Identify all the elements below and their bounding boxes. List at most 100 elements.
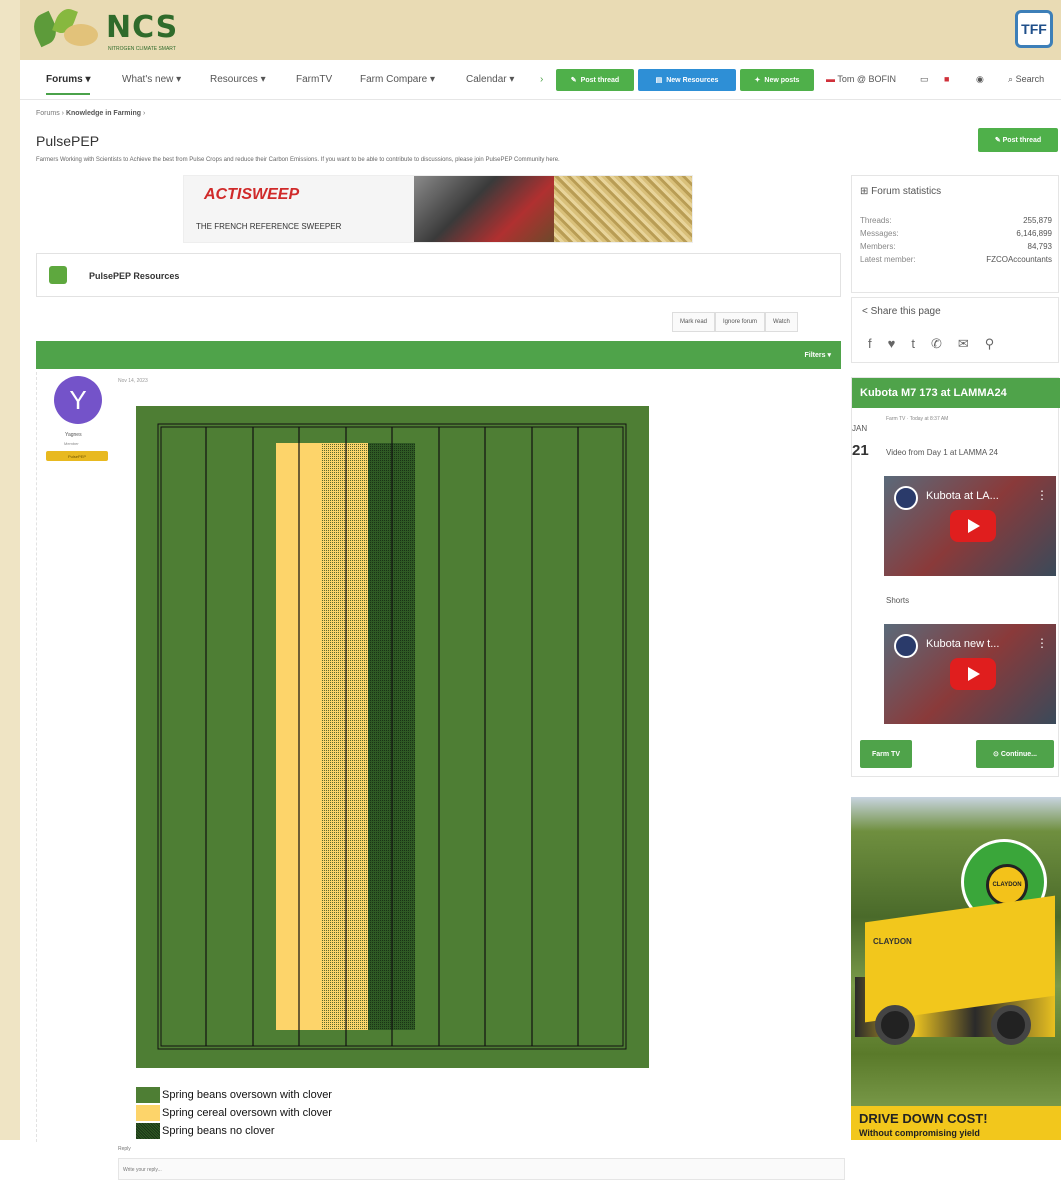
more-icon[interactable]: ⋮ <box>1036 488 1048 502</box>
nav-resources-label: Resources <box>210 74 258 85</box>
stats-threads-value: 255,879 <box>1023 216 1052 225</box>
author-badge: PulsePEP <box>46 451 108 461</box>
whatsapp-icon[interactable]: ✆ <box>931 336 942 352</box>
flag-icon: ▬ <box>826 74 835 84</box>
kubota-video-title: Video from Day 1 at LAMMA 24 <box>886 448 998 457</box>
link-icon[interactable]: ⚲ <box>985 336 995 352</box>
breadcrumb-root[interactable]: Forums <box>36 110 60 117</box>
reply-input[interactable]: Write your reply... <box>118 1158 845 1180</box>
play-icon[interactable] <box>950 658 996 690</box>
post-date[interactable]: Nov 14, 2023 <box>118 378 148 384</box>
nav-calendar-label: Calendar <box>466 74 507 85</box>
nav-farmtv[interactable]: FarmTV <box>296 74 332 85</box>
machine-wheel <box>991 1005 1031 1045</box>
ad-cta-sub: Without compromising yield <box>859 1128 980 1138</box>
stats-latest-label: Latest member: <box>860 255 916 264</box>
stats-latest: Latest member: FZCOAccountants <box>860 255 1052 264</box>
post-icon: ✎ <box>570 77 577 84</box>
email-icon[interactable]: ✉ <box>958 336 969 352</box>
play-icon[interactable] <box>950 510 996 542</box>
ad-brand-b: SWEEP <box>241 186 300 203</box>
resources-panel[interactable]: PulsePEP Resources <box>36 253 841 297</box>
stats-title: ⊞ Forum statistics <box>860 186 941 197</box>
mark-read-button[interactable]: Mark read <box>672 312 716 332</box>
user-badge[interactable]: TFF <box>1015 10 1053 48</box>
post-thread-button[interactable]: ✎ Post thread <box>978 128 1058 152</box>
video-2-label: Kubota new t... <box>926 638 1000 650</box>
video-1-label: Kubota at LA... <box>926 490 999 502</box>
nav-forums[interactable]: Forums ▾ <box>46 74 91 95</box>
author-name[interactable]: Yagnes <box>65 432 82 438</box>
watch-button[interactable]: Watch <box>765 312 798 332</box>
alerts-icon[interactable]: ■ <box>944 74 949 84</box>
nav-resources[interactable]: Resources ▾ <box>210 74 266 85</box>
reply-link[interactable]: Reply <box>118 1146 131 1152</box>
ncs-logo[interactable]: NCS NITROGEN CLIMATE SMART <box>20 5 200 54</box>
field-legend: Spring beans oversown with clover Spring… <box>136 1086 332 1140</box>
forum-actions: Mark read Ignore forum Watch <box>672 312 798 332</box>
page-title: PulsePEP <box>36 133 100 149</box>
legend-swatch-cereal-clover <box>136 1105 160 1121</box>
stats-messages: Messages: 6,146,899 <box>860 229 1052 238</box>
legend-label-2: Spring cereal oversown with clover <box>162 1107 332 1119</box>
channel-icon <box>894 634 918 658</box>
stats-members: Members: 84,793 <box>860 242 1052 251</box>
filters-button[interactable]: Filters ▾ <box>805 351 831 359</box>
nav-post-thread-button[interactable]: ✎ Post thread <box>556 69 634 91</box>
chevron-right-icon[interactable]: › <box>540 74 543 85</box>
legend-row-3: Spring beans no clover <box>136 1122 332 1140</box>
nav-whats-new[interactable]: What's new ▾ <box>122 74 181 85</box>
stats-members-label: Members: <box>860 242 896 251</box>
strip-cereal-clover-mix <box>322 443 368 1030</box>
search-button[interactable]: ⌕ Search <box>1008 74 1044 85</box>
legend-row-2: Spring cereal oversown with clover <box>136 1104 332 1122</box>
ad-cta-text: DRIVE DOWN COST! <box>859 1111 988 1126</box>
continue-label: Continue... <box>1000 750 1037 758</box>
video-thumbnail-2[interactable]: Kubota new t... ⋮ <box>884 624 1056 724</box>
facebook-icon[interactable]: f <box>868 336 872 352</box>
continue-icon: ⊙ <box>993 751 1001 758</box>
stats-icon: ⊞ <box>860 186 872 197</box>
stats-messages-label: Messages: <box>860 229 899 238</box>
filters-label: Filters <box>804 352 826 359</box>
machine-label: CLAYDON <box>873 937 912 946</box>
claydon-ad[interactable]: CLAYDON CLAYDON DRIVE DOWN COST! Without … <box>851 797 1061 1140</box>
author-role: Member <box>64 441 79 446</box>
channel-icon <box>894 486 918 510</box>
ad-tagline: THE FRENCH REFERENCE SWEEPER <box>196 222 342 231</box>
share-icon: < <box>862 306 871 317</box>
nav-farmtv-label: FarmTV <box>296 74 333 85</box>
inbox-icon[interactable]: ▭ <box>920 74 929 85</box>
actisweep-ad[interactable]: ACTISWEEP THE FRENCH REFERENCE SWEEPER <box>183 175 693 243</box>
kubota-title[interactable]: Kubota M7 173 at LAMMA24 <box>852 378 1060 408</box>
stats-latest-value[interactable]: FZCOAccountants <box>986 255 1052 264</box>
nav-user[interactable]: ▬ Tom @ BOFIN <box>826 74 896 84</box>
ignore-forum-button[interactable]: Ignore forum <box>715 312 766 332</box>
nav-farm-compare[interactable]: Farm Compare ▾ <box>360 74 435 85</box>
stats-members-value: 84,793 <box>1027 242 1052 251</box>
stats-threads-label: Threads: <box>860 216 892 225</box>
resources-label: PulsePEP Resources <box>89 271 180 281</box>
ad-brand: ACTISWEEP <box>204 186 299 204</box>
stats-threads: Threads: 255,879 <box>860 216 1052 225</box>
bulb-icon: ✦ <box>754 77 761 84</box>
breadcrumb-current[interactable]: Knowledge in Farming <box>66 110 141 117</box>
thread-list-header: Filters ▾ <box>36 341 841 369</box>
continue-button[interactable]: ⊙ Continue... <box>976 740 1054 768</box>
video-thumbnail-1[interactable]: Kubota at LA... ⋮ <box>884 476 1056 576</box>
nav-farm-compare-label: Farm Compare <box>360 74 428 85</box>
tumblr-icon[interactable]: t <box>911 336 915 352</box>
watch-icon[interactable]: ◉ <box>976 74 984 85</box>
nav-calendar[interactable]: Calendar ▾ <box>466 74 514 85</box>
nav-new-posts-button[interactable]: ✦ New posts <box>740 69 814 91</box>
nav-new-resources-button[interactable]: ▤ New Resources <box>638 69 736 91</box>
stats-messages-value: 6,146,899 <box>1016 229 1052 238</box>
more-icon[interactable]: ⋮ <box>1036 636 1048 650</box>
avatar[interactable]: Y <box>54 376 102 424</box>
breadcrumb: Forums › Knowledge in Farming › <box>36 110 146 117</box>
twitter-icon[interactable]: ♥ <box>888 336 896 352</box>
kubota-meta: Farm TV · Today at 8:37 AM <box>886 416 949 422</box>
farm-tv-button[interactable]: Farm TV <box>860 740 912 768</box>
bean-icon <box>64 24 98 46</box>
nav-post-thread-label: Post thread <box>580 76 620 84</box>
